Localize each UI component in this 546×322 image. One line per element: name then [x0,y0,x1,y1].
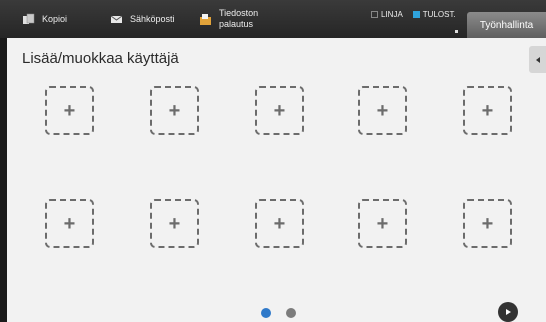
copy-icon [23,13,35,24]
add-icon: + [376,99,389,122]
status-indicators: LINJA TULOST. [371,10,466,19]
next-page-button[interactable] [498,302,518,322]
user-slot-2[interactable]: + [150,86,199,135]
user-slot-4[interactable]: + [358,86,407,135]
add-icon: + [168,99,181,122]
job-status-label: Työnhallinta [479,19,534,31]
mode-copy-label: Kopioi [42,13,68,24]
user-slot-7[interactable]: + [150,199,199,248]
chevron-left-icon [535,56,540,63]
user-slot-10[interactable]: + [463,199,512,248]
mode-email-label: Sähköposti [130,13,175,24]
user-slot-9[interactable]: + [358,199,407,248]
user-slot-6[interactable]: + [45,199,94,248]
main-panel: Lisää/muokkaa käyttäjä [7,38,546,322]
page-dot-1[interactable] [261,308,271,318]
status-dropdown-marker [455,30,458,33]
add-icon: + [273,212,286,235]
mode-copy-button[interactable]: Kopioi [22,0,67,38]
mode-file-retrieve-label: Tiedoston palautus [219,8,259,29]
top-bar: Kopioi Sähköposti Tiedoston palautus LIN… [0,0,546,38]
line-indicator-label: LINJA [381,10,403,19]
add-icon: + [376,212,389,235]
mode-file-retrieve-button[interactable]: Tiedoston palautus [199,0,258,38]
user-slot-8[interactable]: + [255,199,304,248]
line-indicator-box [371,11,378,18]
print-indicator-box [412,11,420,18]
print-indicator: TULOST. [412,10,456,19]
page-title: Lisää/muokkaa käyttäjä [22,50,179,67]
add-icon: + [273,99,286,122]
user-slot-3[interactable]: + [255,86,304,135]
add-icon: + [481,212,494,235]
job-status-button[interactable]: Työnhallinta [467,12,546,38]
mode-email-button[interactable]: Sähköposti [110,0,175,38]
add-icon: + [481,99,494,122]
user-slot-1[interactable]: + [45,86,94,135]
add-icon: + [168,212,181,235]
user-slot-5[interactable]: + [463,86,512,135]
email-icon [110,15,123,23]
add-icon: + [63,212,76,235]
print-indicator-label: TULOST. [422,10,456,19]
line-indicator: LINJA [371,10,403,19]
play-icon [506,309,511,315]
side-panel-toggle[interactable] [529,46,546,73]
add-icon: + [63,99,76,122]
page-dot-2[interactable] [286,308,296,318]
file-retrieve-icon [200,13,211,25]
